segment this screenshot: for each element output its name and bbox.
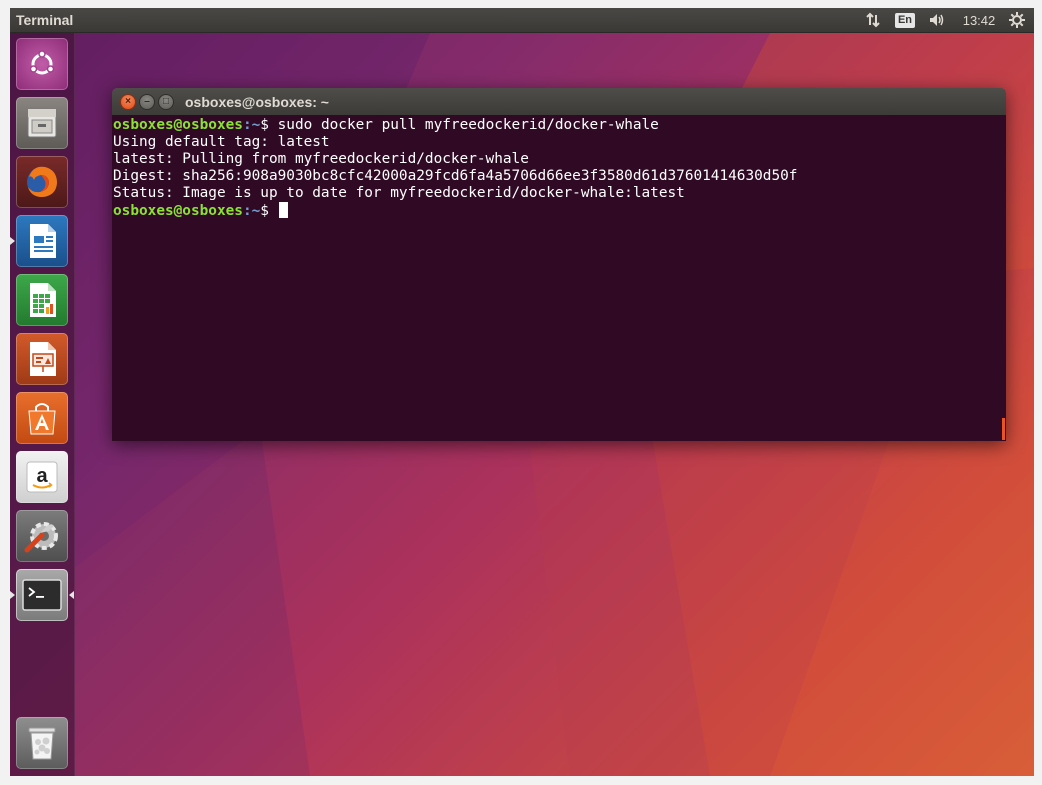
libreoffice-writer-icon[interactable] — [16, 215, 68, 267]
files-icon[interactable] — [16, 97, 68, 149]
focused-indicator — [69, 591, 74, 599]
keyboard-layout-label: En — [894, 12, 916, 28]
launcher: a — [10, 33, 75, 776]
command-text: sudo docker pull myfreedockerid/docker-w… — [268, 117, 659, 133]
maximize-icon[interactable]: □ — [158, 94, 174, 110]
close-icon[interactable]: × — [120, 94, 136, 110]
prompt-symbol: $ — [260, 203, 278, 219]
terminal-line: Digest: sha256:908a9030bc8cfc42000a29fcd… — [113, 168, 798, 184]
active-app-title: Terminal — [16, 12, 74, 28]
minimize-icon[interactable]: – — [139, 94, 155, 110]
desktop: Terminal En 13:42 a × – □ osboxes@osboxe… — [10, 8, 1034, 776]
running-indicator — [10, 591, 15, 599]
scrollbar[interactable] — [1002, 418, 1005, 440]
session-gear-icon[interactable] — [1006, 8, 1028, 32]
prompt-user: osboxes@osboxes — [113, 203, 243, 219]
libreoffice-calc-icon[interactable] — [16, 274, 68, 326]
terminal-output[interactable]: osboxes@osboxes:~$ sudo docker pull myfr… — [112, 115, 1006, 441]
terminal-line: latest: Pulling from myfreedockerid/dock… — [113, 151, 529, 167]
trash-icon[interactable] — [16, 717, 68, 769]
terminal-window-title: osboxes@osboxes: ~ — [185, 94, 329, 110]
terminal-line: osboxes@osboxes:~$ sudo docker pull myfr… — [113, 117, 1006, 134]
network-indicator-icon[interactable] — [862, 8, 884, 32]
terminal-window: × – □ osboxes@osboxes: ~ osboxes@osboxes… — [112, 88, 1006, 441]
ubuntu-dash-icon[interactable] — [16, 38, 68, 90]
terminal-titlebar[interactable]: × – □ osboxes@osboxes: ~ — [112, 88, 1006, 115]
clock[interactable]: 13:42 — [956, 8, 1002, 32]
libreoffice-impress-icon[interactable] — [16, 333, 68, 385]
ubuntu-software-icon[interactable] — [16, 392, 68, 444]
running-indicator — [10, 237, 15, 245]
text-cursor — [278, 202, 288, 218]
terminal-line: Using default tag: latest — [113, 134, 330, 150]
keyboard-layout-indicator[interactable]: En — [894, 8, 916, 32]
prompt-user: osboxes@osboxes — [113, 117, 243, 133]
terminal-launcher-icon[interactable] — [16, 569, 68, 621]
terminal-line: Status: Image is up to date for myfreedo… — [113, 185, 685, 201]
amazon-icon[interactable]: a — [16, 451, 68, 503]
svg-text:a: a — [36, 465, 48, 487]
prompt-symbol: $ — [260, 117, 269, 133]
terminal-line: osboxes@osboxes:~$ — [113, 202, 1006, 219]
volume-icon[interactable] — [926, 8, 948, 32]
prompt-path: :~ — [242, 117, 261, 133]
system-settings-icon[interactable] — [16, 510, 68, 562]
prompt-path: :~ — [242, 203, 261, 219]
top-panel: Terminal En 13:42 — [10, 8, 1034, 33]
firefox-icon[interactable] — [16, 156, 68, 208]
